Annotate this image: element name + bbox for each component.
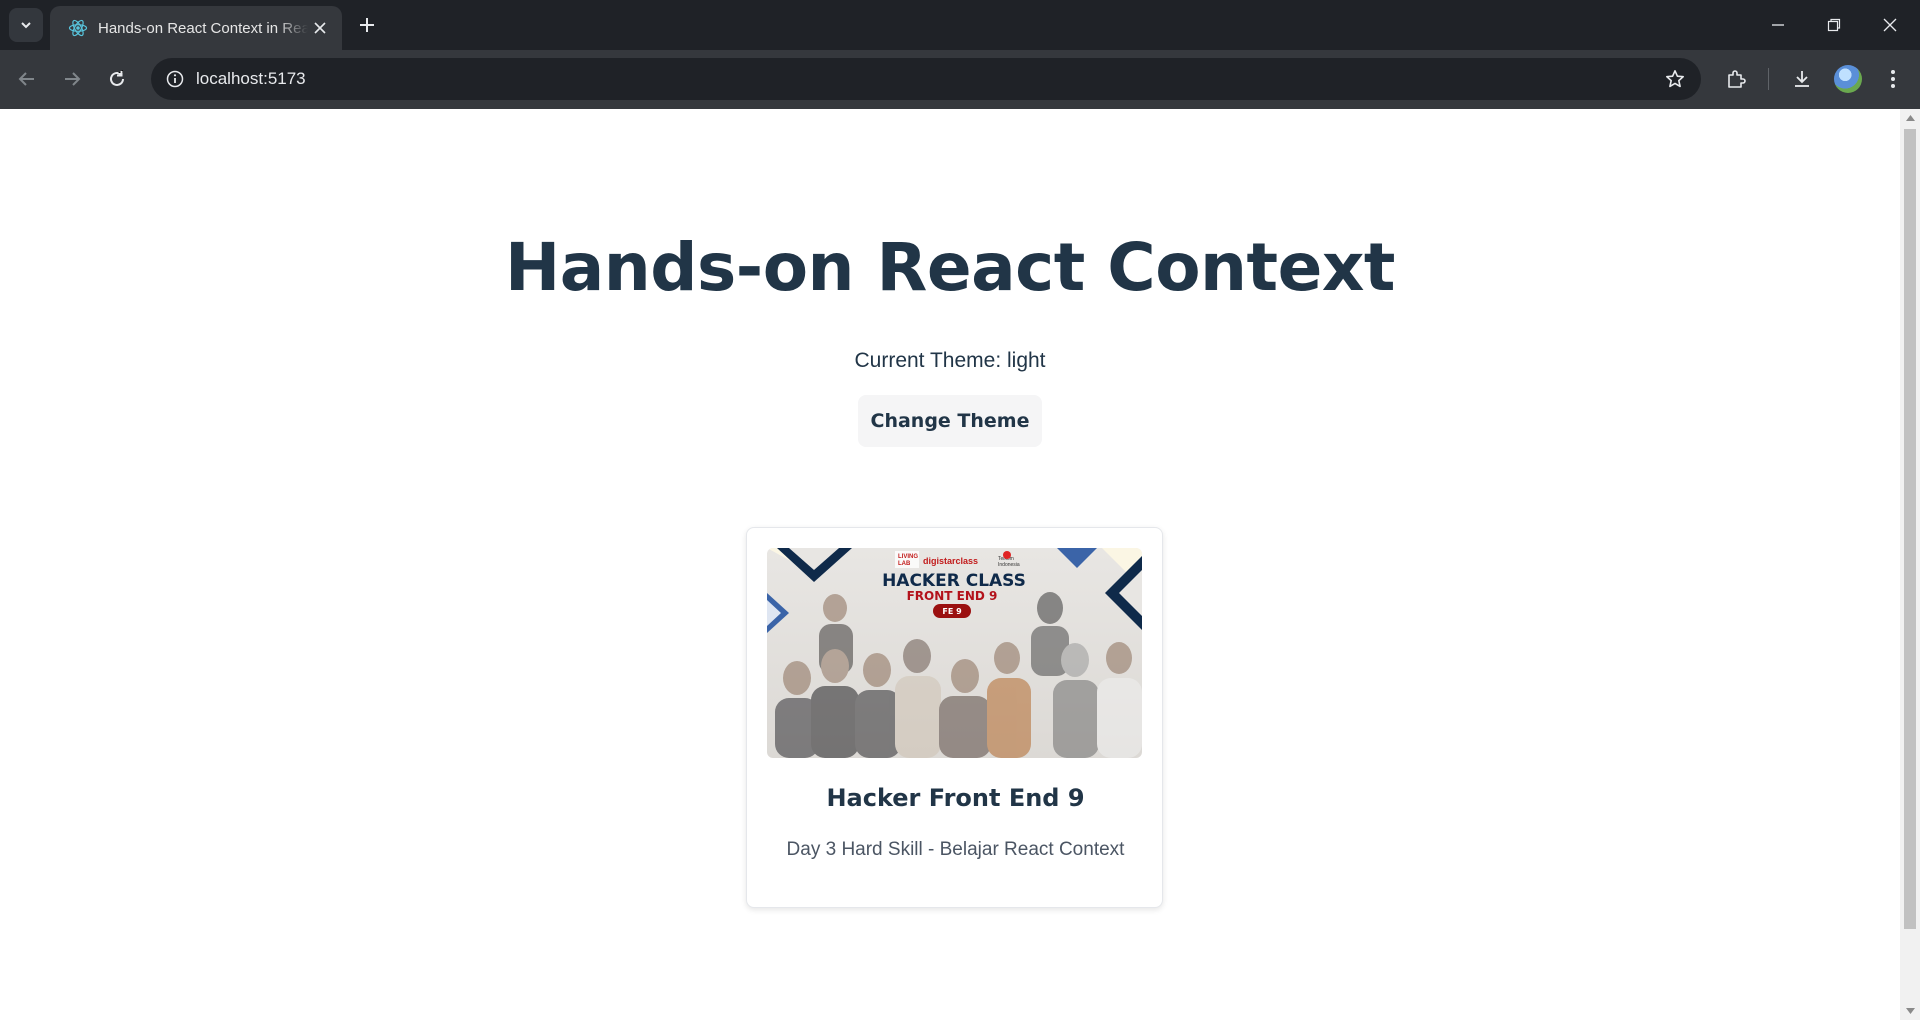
download-icon xyxy=(1795,71,1809,87)
page-scrollbar[interactable] xyxy=(1900,109,1920,1020)
extensions-button[interactable] xyxy=(1719,62,1753,96)
sponsor-logo-1: LIVING xyxy=(898,554,918,560)
triangle-down-icon xyxy=(1905,1008,1915,1014)
banner-subtitle: FRONT END 9 xyxy=(907,589,998,603)
tab-strip: Hands-on React Context in React xyxy=(0,0,1920,50)
scroll-down-button[interactable] xyxy=(1900,1002,1920,1020)
svg-text:LAB: LAB xyxy=(898,561,911,567)
browser-tab[interactable]: Hands-on React Context in React xyxy=(50,6,342,50)
close-icon xyxy=(1883,18,1897,32)
current-theme-label: Current Theme: light xyxy=(854,349,1046,372)
puzzle-icon xyxy=(1728,70,1746,88)
browser-menu-button[interactable] xyxy=(1876,62,1910,96)
arrow-right-icon xyxy=(65,72,81,86)
page-title: Hands-on React Context xyxy=(505,229,1395,306)
plus-icon xyxy=(360,18,374,32)
downloads-button[interactable] xyxy=(1785,62,1819,96)
url-text: localhost:5173 xyxy=(196,69,306,88)
minimize-button[interactable] xyxy=(1750,0,1806,50)
tab-close-button[interactable] xyxy=(310,18,330,38)
reload-button[interactable] xyxy=(100,62,134,96)
sponsor-logo-2: digistarclass xyxy=(923,556,978,566)
triangle-up-icon xyxy=(1905,115,1915,121)
arrow-left-icon xyxy=(18,72,34,86)
site-info-button[interactable] xyxy=(161,65,189,93)
info-icon xyxy=(166,70,184,88)
tab-search-button[interactable] xyxy=(9,8,43,42)
restore-icon xyxy=(1827,18,1841,32)
svg-text:Indonesia: Indonesia xyxy=(998,562,1020,568)
close-icon xyxy=(314,22,326,34)
restore-button[interactable] xyxy=(1806,0,1862,50)
back-button[interactable] xyxy=(10,62,44,96)
banner-illustration: LIVING LAB digistarclass Telkom Indonesi… xyxy=(767,548,1142,758)
address-bar[interactable]: localhost:5173 xyxy=(151,58,1701,100)
toolbar-divider xyxy=(1768,68,1769,90)
banner-badge: FE 9 xyxy=(942,607,962,616)
bookmark-button[interactable] xyxy=(1663,67,1687,91)
minimize-icon xyxy=(1772,24,1784,26)
browser-toolbar: localhost:5173 xyxy=(0,50,1920,109)
reload-icon xyxy=(110,70,124,86)
forward-button[interactable] xyxy=(55,62,89,96)
star-icon xyxy=(1666,70,1684,88)
card-description: Day 3 Hard Skill - Belajar React Context xyxy=(786,839,1125,860)
profile-avatar[interactable] xyxy=(1834,65,1862,93)
chevron-down-icon xyxy=(21,22,31,29)
kebab-icon xyxy=(1891,70,1895,88)
card-title: Hacker Front End 9 xyxy=(826,784,1085,812)
close-window-button[interactable] xyxy=(1862,0,1918,50)
page-viewport: Hands-on React Context Current Theme: li… xyxy=(0,109,1900,1020)
course-card: LIVING LAB digistarclass Telkom Indonesi… xyxy=(746,527,1163,908)
change-theme-button[interactable]: Change Theme xyxy=(858,395,1042,447)
scroll-up-button[interactable] xyxy=(1900,109,1920,127)
react-icon xyxy=(68,19,88,37)
new-tab-button[interactable] xyxy=(354,12,380,38)
scrollbar-thumb[interactable] xyxy=(1904,129,1916,929)
banner-title: HACKER CLASS xyxy=(882,571,1026,591)
tab-title: Hands-on React Context in React xyxy=(98,19,308,37)
course-banner-image: LIVING LAB digistarclass Telkom Indonesi… xyxy=(767,548,1142,758)
